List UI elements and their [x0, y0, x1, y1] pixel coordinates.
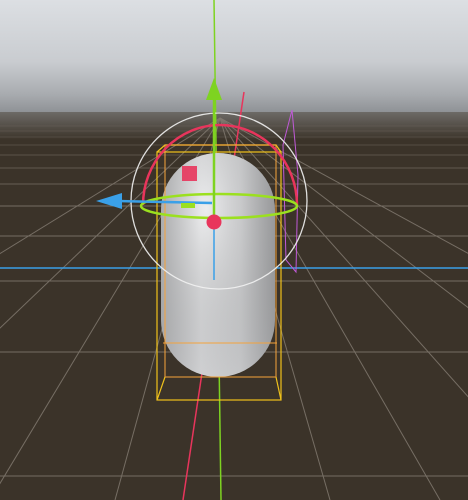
- plane-handle-xz[interactable]: [181, 203, 195, 208]
- scene-canvas[interactable]: [0, 0, 468, 500]
- pivot-center-handle[interactable]: [206, 214, 222, 230]
- sky: [0, 0, 468, 112]
- plane-handle-square[interactable]: [182, 166, 197, 181]
- scene-viewport[interactable]: [0, 0, 468, 500]
